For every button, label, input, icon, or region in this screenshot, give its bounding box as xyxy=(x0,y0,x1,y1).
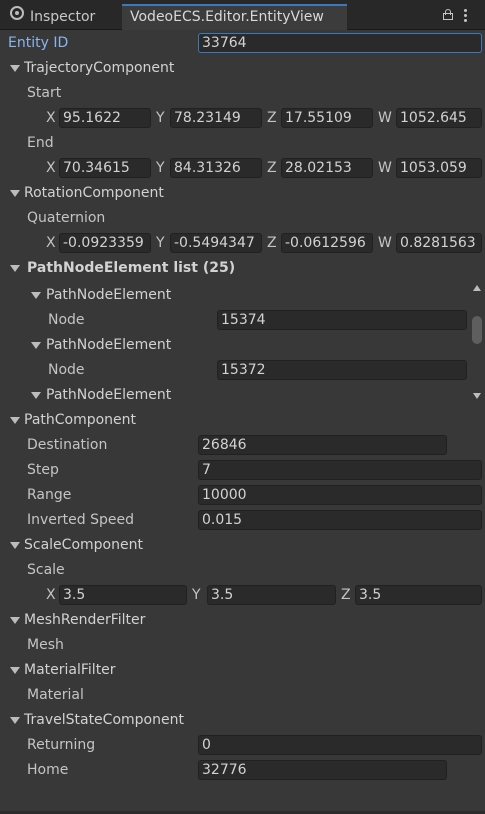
mesh-label: Mesh xyxy=(27,637,64,653)
foldout-arrow-icon xyxy=(31,292,41,299)
foldout-arrow-icon xyxy=(10,542,20,549)
returning-label: Returning xyxy=(27,737,96,753)
foldout-rotation-component[interactable]: RotationComponent xyxy=(8,183,208,203)
start-z-field[interactable]: 17.55109 xyxy=(281,108,373,128)
pathnode-element-title: PathNodeElement xyxy=(46,387,172,403)
foldout-arrow-icon xyxy=(10,190,20,197)
quat-x-axis-label: X xyxy=(46,235,56,251)
end-w-axis-label: W xyxy=(378,160,392,176)
step-label: Step xyxy=(27,462,59,478)
home-label: Home xyxy=(27,762,69,778)
entity-id-field[interactable]: 33764 xyxy=(198,33,482,53)
start-label: Start xyxy=(27,85,62,101)
kebab-menu-icon[interactable] xyxy=(464,9,468,23)
scale-title: ScaleComponent xyxy=(24,537,143,553)
trajectory-title: TrajectoryComponent xyxy=(24,60,175,76)
end-y-field[interactable]: 84.31326 xyxy=(170,158,262,178)
start-x-axis-label: X xyxy=(46,110,56,126)
material-label: Material xyxy=(27,687,84,703)
inverted-speed-label: Inverted Speed xyxy=(27,512,134,528)
step-field[interactable]: 7 xyxy=(198,460,482,480)
quaternion-label: Quaternion xyxy=(27,210,106,226)
inspector-icon xyxy=(10,6,24,20)
end-x-field[interactable]: 70.34615 xyxy=(59,158,151,178)
start-z-axis-label: Z xyxy=(267,110,277,126)
destination-label: Destination xyxy=(27,437,108,453)
foldout-arrow-icon xyxy=(10,417,20,424)
mesh-title: MeshRenderFilter xyxy=(24,612,146,628)
scroll-thumb[interactable] xyxy=(472,316,482,344)
start-w-axis-label: W xyxy=(378,110,392,126)
foldout-arrow-icon xyxy=(31,392,41,399)
foldout-pathnode-list[interactable]: PathNodeElement list (25) xyxy=(8,258,268,278)
node-field[interactable]: 15374 xyxy=(217,310,467,330)
foldout-arrow-icon xyxy=(10,65,20,72)
foldout-trajectory-component[interactable]: TrajectoryComponent xyxy=(8,58,208,78)
foldout-arrow-icon xyxy=(10,717,20,724)
end-z-field[interactable]: 28.02153 xyxy=(281,158,373,178)
foldout-arrow-icon xyxy=(10,667,20,674)
quat-z-axis-label: Z xyxy=(267,235,277,251)
scale-y-field[interactable]: 3.5 xyxy=(207,585,336,605)
foldout-travel-state-component[interactable]: TravelStateComponent xyxy=(8,710,228,730)
quat-y-field[interactable]: -0.5494347 xyxy=(170,233,262,253)
scroll-down-arrow-icon[interactable] xyxy=(473,393,481,399)
end-label: End xyxy=(27,135,54,151)
tab-inspector-label: Inspector xyxy=(30,9,96,25)
material-title: MaterialFilter xyxy=(24,662,116,678)
pathnode-scrollbar[interactable] xyxy=(470,282,484,406)
travel-title: TravelStateComponent xyxy=(24,712,184,728)
inverted-speed-field[interactable]: 0.015 xyxy=(198,510,482,530)
home-field[interactable]: 32776 xyxy=(198,760,447,780)
end-x-axis-label: X xyxy=(46,160,56,176)
quat-x-field[interactable]: -0.0923359 xyxy=(59,233,151,253)
end-w-field[interactable]: 1053.059 xyxy=(396,158,482,178)
scale-z-axis-label: Z xyxy=(341,587,351,603)
scale-z-field[interactable]: 3.5 xyxy=(355,585,482,605)
rotation-title: RotationComponent xyxy=(24,185,164,201)
pathnode-element-title: PathNodeElement xyxy=(46,287,172,303)
foldout-mesh-render-filter[interactable]: MeshRenderFilter xyxy=(8,610,208,630)
tab-entity-view-label: VodeoECS.Editor.EntityView xyxy=(130,9,324,25)
pathnode-list-title: PathNodeElement list (25) xyxy=(27,260,236,276)
scale-x-axis-label: X xyxy=(46,587,56,603)
foldout-material-filter[interactable]: MaterialFilter xyxy=(8,660,208,680)
foldout-pathnode-element-2[interactable]: PathNodeElement xyxy=(28,335,228,355)
entity-id-label: Entity ID xyxy=(8,35,69,51)
quat-w-field[interactable]: 0.8281563 xyxy=(396,233,482,253)
quat-y-axis-label: Y xyxy=(156,235,165,251)
foldout-pathnode-element-3[interactable]: PathNodeElement xyxy=(28,385,228,405)
returning-field[interactable]: 0 xyxy=(198,735,482,755)
scroll-up-arrow-icon[interactable] xyxy=(473,285,481,291)
foldout-pathnode-element-1[interactable]: PathNodeElement xyxy=(28,285,228,305)
start-y-field[interactable]: 78.23149 xyxy=(170,108,262,128)
destination-field[interactable]: 26846 xyxy=(198,435,447,455)
end-y-axis-label: Y xyxy=(156,160,165,176)
tab-entity-view[interactable]: VodeoECS.Editor.EntityView xyxy=(122,4,347,30)
pathnode-element-title: PathNodeElement xyxy=(46,337,172,353)
foldout-path-component[interactable]: PathComponent xyxy=(8,410,208,430)
path-title: PathComponent xyxy=(24,412,137,428)
start-w-field[interactable]: 1052.645 xyxy=(396,108,482,128)
start-y-axis-label: Y xyxy=(156,110,165,126)
lock-icon[interactable] xyxy=(443,9,453,20)
range-label: Range xyxy=(27,487,72,503)
scale-y-axis-label: Y xyxy=(192,587,201,603)
node-label: Node xyxy=(48,362,85,378)
foldout-arrow-icon xyxy=(10,265,20,272)
foldout-arrow-icon xyxy=(31,342,41,349)
quat-w-axis-label: W xyxy=(378,235,392,251)
range-field[interactable]: 10000 xyxy=(198,485,482,505)
start-x-field[interactable]: 95.1622 xyxy=(59,108,151,128)
foldout-arrow-icon xyxy=(10,617,20,624)
foldout-scale-component[interactable]: ScaleComponent xyxy=(8,535,208,555)
quat-z-field[interactable]: -0.0612596 xyxy=(281,233,373,253)
node-label: Node xyxy=(48,312,85,328)
scale-x-field[interactable]: 3.5 xyxy=(59,585,187,605)
scale-label: Scale xyxy=(27,562,65,578)
node-field[interactable]: 15372 xyxy=(217,360,467,380)
end-z-axis-label: Z xyxy=(267,160,277,176)
